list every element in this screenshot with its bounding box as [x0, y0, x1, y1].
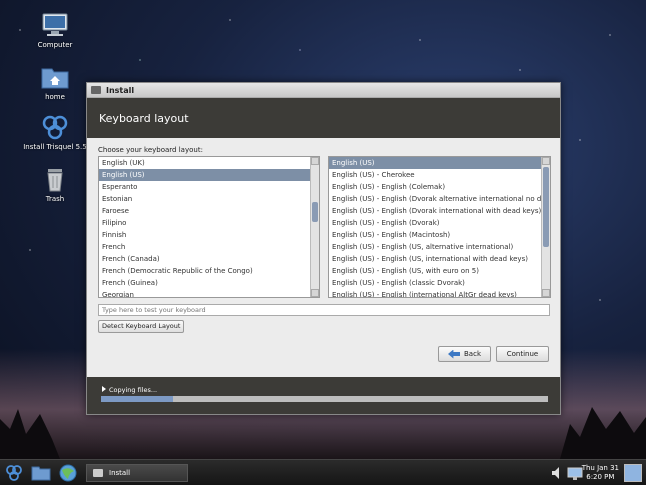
variant-list-item[interactable]: English (US) - English (US, alternative …: [329, 241, 550, 253]
home-folder-icon: [41, 68, 69, 89]
desktop-icon-label: Install Trisquel 5.5: [23, 143, 87, 151]
progress-section: Copying files...: [87, 377, 560, 414]
taskbar-install-button[interactable]: Install: [86, 464, 188, 482]
variant-list-item[interactable]: English (US) - English (Colemak): [329, 181, 550, 193]
file-manager-icon[interactable]: [31, 464, 51, 482]
variant-list-item[interactable]: English (US) - English (classic Dvorak): [329, 277, 550, 289]
continue-button[interactable]: Continue: [496, 346, 549, 362]
window-content: Choose your keyboard layout: English (UK…: [87, 138, 560, 378]
trash-icon: [47, 169, 63, 192]
variant-list-item[interactable]: English (US) - English (Macintosh): [329, 229, 550, 241]
desktop-icon-label: Computer: [37, 41, 73, 49]
detect-layout-button[interactable]: Detect Keyboard Layout: [98, 320, 185, 333]
desktop-icon-label: home: [45, 93, 65, 101]
window-app-icon: [91, 86, 101, 94]
desktop-icon-label: Trash: [45, 195, 65, 203]
clock[interactable]: Thu Jan 31 6:20 PM: [582, 464, 619, 482]
variant-list-item[interactable]: English (US) - English (US, with euro on…: [329, 265, 550, 277]
browser-icon[interactable]: [58, 464, 78, 482]
variant-list-item[interactable]: English (US) - English (Dvorak internati…: [329, 205, 550, 217]
layout-list-item[interactable]: Filipino: [99, 217, 319, 229]
back-arrow-icon: [448, 349, 460, 359]
keyboard-test-input[interactable]: [98, 304, 550, 316]
desktop-icon-install-trisquel[interactable]: Install Trisquel 5.5: [15, 114, 95, 151]
layout-list-item[interactable]: French (Canada): [99, 253, 319, 265]
trisquel-menu-icon[interactable]: [4, 464, 24, 482]
taskbar: Install Thu Jan 31 6:20 PM: [0, 459, 646, 485]
choose-layout-label: Choose your keyboard layout:: [98, 146, 203, 154]
layout-list-item[interactable]: Georgian: [99, 289, 319, 297]
layout-list-item[interactable]: Faroese: [99, 205, 319, 217]
layout-list-item[interactable]: Finnish: [99, 229, 319, 241]
progress-fill: [101, 396, 173, 402]
window-title: Install: [106, 85, 135, 95]
progress-bar: [101, 396, 548, 402]
progress-expander[interactable]: Copying files...: [102, 386, 157, 394]
variant-list-item[interactable]: English (US) - English (Dvorak): [329, 217, 550, 229]
scroll-down-arrow-icon[interactable]: [311, 289, 319, 297]
variant-list-item[interactable]: English (US): [329, 157, 550, 169]
layout-list-item[interactable]: French (Guinea): [99, 277, 319, 289]
progress-label: Copying files...: [109, 386, 158, 394]
layout-list-scrollbar[interactable]: [310, 157, 319, 297]
scroll-down-arrow-icon[interactable]: [542, 289, 550, 297]
scroll-up-arrow-icon[interactable]: [311, 157, 319, 165]
back-button[interactable]: Back: [438, 346, 491, 362]
window-app-icon: [93, 469, 103, 477]
install-window: Install Keyboard layout Choose your keyb…: [86, 82, 561, 415]
layout-list-item[interactable]: French (Democratic Republic of the Congo…: [99, 265, 319, 277]
layout-list-item[interactable]: English (US): [99, 169, 319, 181]
variant-list-item[interactable]: English (US) - Cherokee: [329, 169, 550, 181]
layout-list-item[interactable]: French: [99, 241, 319, 253]
back-button-label: Back: [464, 350, 481, 358]
desktop-icon-trash[interactable]: Trash: [15, 166, 95, 203]
taskbar-task-label: Install: [109, 469, 131, 477]
desktop-icon-computer[interactable]: Computer: [15, 12, 95, 49]
variant-list-scrollbar[interactable]: [541, 157, 550, 297]
layout-list-item[interactable]: Esperanto: [99, 181, 319, 193]
network-icon[interactable]: [567, 464, 583, 482]
expander-arrow-icon: [102, 386, 106, 392]
variant-list-item[interactable]: English (US) - English (US, internationa…: [329, 253, 550, 265]
page-header: Keyboard layout: [87, 98, 560, 138]
variant-list-item[interactable]: English (US) - English (Dvorak alternati…: [329, 193, 550, 205]
scroll-up-arrow-icon[interactable]: [542, 157, 550, 165]
scroll-thumb[interactable]: [543, 167, 549, 247]
window-titlebar[interactable]: Install: [87, 83, 560, 98]
volume-icon[interactable]: [551, 464, 563, 482]
scroll-thumb[interactable]: [312, 202, 318, 222]
desktop-icon-home[interactable]: home: [15, 64, 95, 101]
show-desktop-button[interactable]: [624, 464, 642, 482]
layout-list-item[interactable]: Estonian: [99, 193, 319, 205]
clock-time: 6:20 PM: [586, 473, 615, 481]
layout-list[interactable]: English (UK) English (US) Esperanto Estonia…: [98, 156, 320, 298]
clock-date: Thu Jan 31: [581, 464, 619, 472]
layout-list-item[interactable]: English (UK): [99, 157, 319, 169]
computer-icon: [42, 13, 68, 36]
page-title: Keyboard layout: [99, 111, 189, 125]
variant-list[interactable]: English (US) English (US) - Cherokee Engli…: [328, 156, 551, 298]
variant-list-item[interactable]: English (US) - English (international Al…: [329, 289, 550, 297]
trisquel-logo-icon: [42, 115, 68, 140]
